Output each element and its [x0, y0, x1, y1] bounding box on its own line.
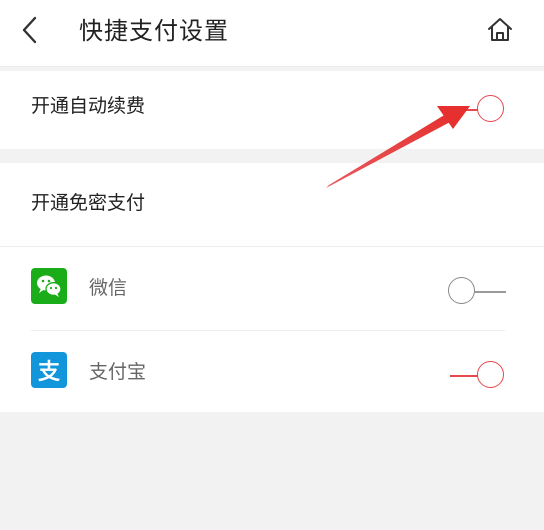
toggle-knob [477, 95, 504, 122]
wechat-pay-toggle[interactable] [448, 275, 508, 309]
quick-pay-settings-screen: 快捷支付设置 开通自动续费 开通免密支付 微信 支 支付宝 [0, 0, 544, 530]
home-button[interactable] [484, 14, 516, 46]
wechat-icon [31, 268, 67, 304]
alipay-icon: 支 [31, 352, 67, 388]
password-free-label: 开通免密支付 [31, 192, 146, 214]
divider [31, 330, 505, 331]
back-button[interactable] [14, 13, 48, 47]
auto-renew-section: 开通自动续费 [0, 71, 544, 149]
alipay-pay-toggle[interactable] [450, 359, 510, 393]
toggle-knob [448, 277, 475, 304]
wechat-label: 微信 [89, 277, 128, 299]
home-icon [488, 18, 512, 41]
svg-text:支: 支 [38, 360, 61, 385]
toggle-track [472, 291, 506, 293]
header-bar: 快捷支付设置 [0, 0, 544, 67]
auto-renew-toggle[interactable] [450, 93, 510, 127]
chevron-left-icon [22, 16, 37, 44]
alipay-label: 支付宝 [89, 361, 147, 383]
divider [0, 246, 544, 247]
toggle-knob [477, 361, 504, 388]
auto-renew-label: 开通自动续费 [31, 95, 146, 117]
page-title: 快捷支付设置 [79, 17, 229, 45]
